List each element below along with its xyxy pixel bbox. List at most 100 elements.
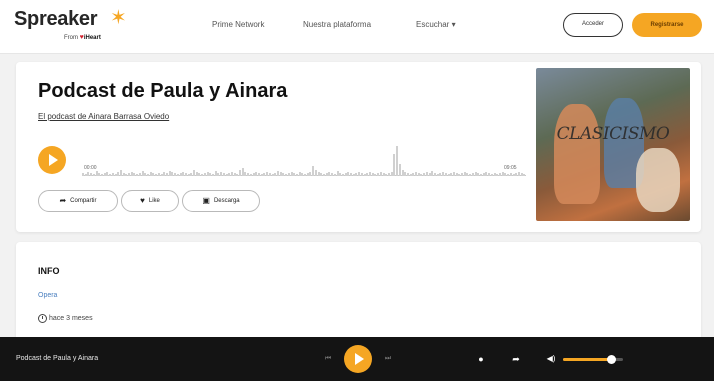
waveform-bar	[279, 172, 282, 176]
waveform-bar	[328, 172, 331, 176]
waveform-bar	[374, 174, 377, 176]
waveform-bar	[130, 172, 133, 176]
waveform-bar	[190, 173, 193, 176]
volume-icon[interactable]: ◀)	[545, 353, 557, 365]
time-start: 00:00	[84, 165, 97, 171]
waveform-bar	[309, 172, 312, 176]
waveform-bar	[431, 171, 434, 176]
waveform-bar	[507, 174, 509, 176]
waveform[interactable]	[82, 146, 526, 176]
waveform-bar	[117, 172, 120, 176]
play-button[interactable]	[38, 146, 66, 174]
waveform-bar	[396, 146, 398, 176]
volume-knob[interactable]	[607, 355, 616, 364]
waveform-bar	[371, 173, 374, 176]
waveform-bar	[239, 170, 241, 176]
waveform-bar	[512, 174, 515, 176]
nav-listen[interactable]: Escuchar ▾	[416, 20, 456, 29]
waveform-bar	[320, 173, 323, 176]
bottom-player: Podcast de Paula y Ainara ⏮ ⏭ ● ➦ ◀)	[0, 337, 714, 381]
waveform-bar	[523, 174, 526, 176]
waveform-bar	[209, 173, 212, 176]
waveform-bar	[480, 174, 482, 176]
waveform-bar	[504, 173, 507, 176]
waveform-bar	[439, 173, 442, 176]
nav-platform[interactable]: Nuestra plataforma	[303, 20, 371, 29]
waveform-bar	[360, 173, 363, 176]
waveform-bar	[471, 173, 474, 176]
spreaker-logo[interactable]: Spreaker ✶ From ♥iHeart	[14, 7, 134, 44]
waveform-bar	[90, 173, 93, 176]
waveform-bar	[106, 172, 109, 176]
waveform-bar	[385, 174, 388, 176]
waveform-bar	[255, 172, 258, 176]
waveform-bar	[128, 173, 130, 176]
show-link[interactable]: El podcast de Ainara Barrasa Oviedo	[38, 112, 169, 121]
waveform-bar	[423, 173, 426, 176]
nav-prime-network[interactable]: Prime Network	[212, 20, 264, 29]
episode-cover-image: CLASICISMO	[536, 68, 690, 221]
previous-icon[interactable]: ⏮	[322, 353, 334, 365]
cover-text: CLASICISMO	[556, 124, 670, 144]
login-button[interactable]: Acceder	[563, 13, 623, 37]
waveform-bar	[466, 173, 469, 176]
waveform-bar	[398, 164, 401, 176]
waveform-bar	[228, 173, 231, 176]
waveform-bar	[84, 174, 87, 176]
waveform-bar	[344, 173, 347, 176]
waveform-bar	[176, 174, 179, 176]
register-button[interactable]: Registrarse	[632, 13, 702, 37]
waveform-bar	[434, 173, 436, 176]
download-icon: ▣	[202, 196, 210, 205]
waveform-bar	[217, 173, 220, 176]
waveform-bar	[222, 173, 225, 176]
waveform-bar	[136, 174, 139, 176]
waveform-bar	[165, 173, 168, 176]
waveform-bar	[236, 174, 239, 176]
waveform-bar	[203, 173, 206, 176]
waveform-bar	[482, 173, 485, 176]
next-icon[interactable]: ⏭	[382, 353, 394, 365]
logo-subtitle: From ♥iHeart	[64, 34, 101, 41]
share-icon[interactable]: ➦	[510, 353, 522, 365]
waveform-bar	[92, 174, 95, 176]
waveform-bar	[160, 174, 163, 176]
waveform-bar	[155, 174, 158, 176]
waveform-bar	[469, 174, 472, 176]
waveform-bar	[382, 173, 385, 176]
waveform-bar	[141, 171, 144, 176]
like-button[interactable]: ♥ Like	[121, 190, 179, 212]
waveform-bar	[109, 174, 112, 176]
player-play-button[interactable]	[344, 345, 372, 373]
waveform-bar	[406, 173, 409, 176]
info-card: INFO Opera hace 3 meses	[16, 242, 701, 342]
waveform-bar	[144, 173, 147, 176]
waveform-bar	[290, 172, 293, 176]
waveform-bar	[436, 174, 439, 176]
waveform-bar	[401, 170, 404, 176]
waveform-bar	[184, 173, 187, 176]
waveform-bar	[474, 172, 477, 176]
waveform-bar	[455, 173, 458, 176]
waveform-bar	[409, 174, 412, 176]
waveform-bar	[496, 174, 499, 176]
waveform-bar	[260, 174, 263, 176]
waveform-bar	[415, 172, 417, 176]
waveform-bar	[295, 174, 298, 176]
volume-slider[interactable]	[563, 355, 623, 364]
comment-icon[interactable]: ●	[475, 353, 487, 365]
waveform-bar	[179, 173, 182, 176]
time-ago: hace 3 meses	[49, 315, 93, 322]
waveform-bar	[138, 173, 141, 176]
download-button[interactable]: ▣ Descarga	[182, 190, 260, 212]
waveform-bar	[114, 174, 117, 176]
waveform-bar	[101, 174, 103, 176]
waveform-bar	[379, 172, 382, 176]
waveform-bar	[347, 172, 350, 176]
logo-text: Spreaker	[14, 8, 98, 30]
waveform-bar	[312, 166, 315, 176]
share-button[interactable]: ➦ Compartir	[38, 190, 118, 212]
category-link[interactable]: Opera	[38, 292, 57, 299]
waveform-bar	[358, 172, 361, 176]
waveform-bar	[103, 173, 106, 176]
